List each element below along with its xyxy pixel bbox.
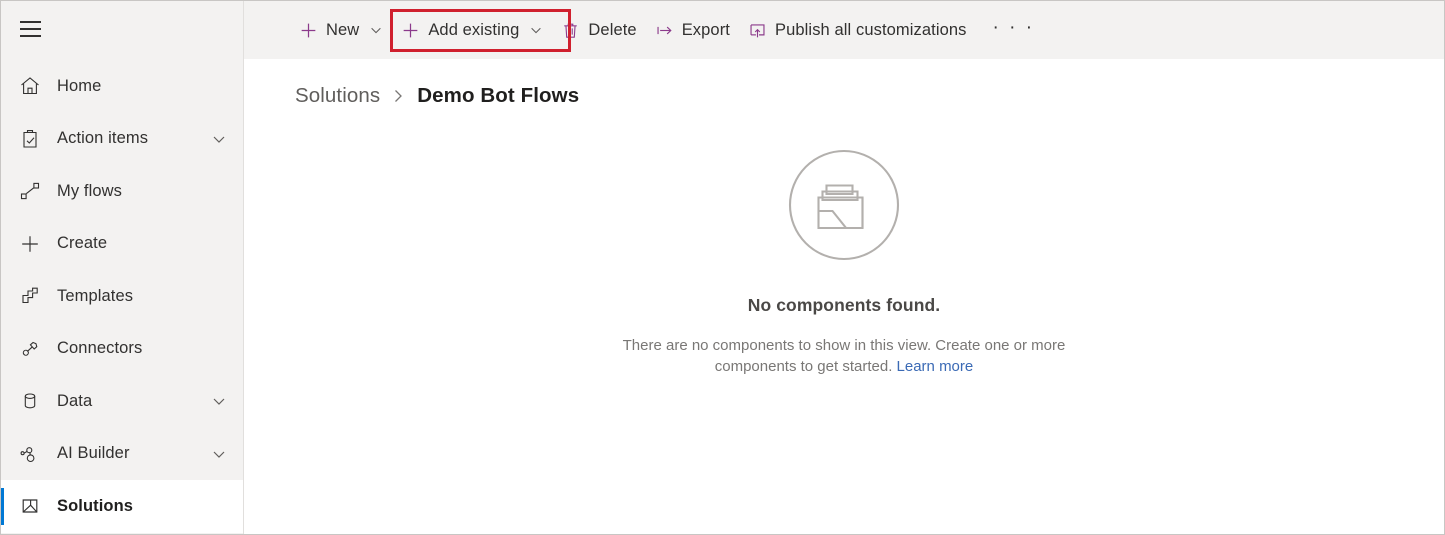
sidebar-item-label: Connectors	[57, 339, 143, 358]
sidebar-item-solutions[interactable]: Solutions	[1, 480, 243, 533]
add-existing-button-label: Add existing	[428, 20, 520, 39]
more-commands-button[interactable]: · · ·	[982, 9, 1046, 51]
export-icon	[655, 21, 674, 40]
sidebar-item-label: AI Builder	[57, 444, 130, 463]
delete-button-label: Delete	[588, 20, 637, 39]
sidebar-item-action-items[interactable]: Action items	[1, 113, 243, 166]
breadcrumb-separator-icon	[391, 87, 406, 105]
sidebar-item-data[interactable]: Data	[1, 375, 243, 428]
export-button[interactable]: Export	[646, 9, 739, 51]
add-existing-button[interactable]: Add existing	[392, 9, 552, 51]
chevron-down-icon[interactable]	[369, 23, 383, 37]
sidebar-item-label: Solutions	[57, 496, 134, 515]
breadcrumb-parent-link[interactable]: Solutions	[295, 84, 380, 108]
export-button-label: Export	[681, 20, 730, 39]
publish-all-customizations-button-label: Publish all customizations	[775, 20, 967, 39]
solutions-icon	[15, 491, 45, 521]
clipboard-check-icon	[15, 124, 45, 154]
plus-icon	[299, 21, 318, 40]
connectors-icon	[15, 334, 45, 364]
plus-icon	[15, 229, 45, 259]
hamburger-menu-icon[interactable]	[15, 14, 45, 44]
plus-icon	[401, 21, 420, 40]
power-automate-solution-page: Home Action items My flows Create Templa…	[0, 0, 1445, 535]
sidebar-item-my-flows[interactable]: My flows	[1, 165, 243, 218]
sidebar-item-create[interactable]: Create	[1, 218, 243, 271]
sidebar-item-label: My flows	[57, 181, 122, 200]
database-icon	[15, 386, 45, 416]
sidebar-item-label: Templates	[57, 286, 134, 305]
ai-builder-icon	[15, 439, 45, 469]
home-icon	[15, 71, 45, 101]
empty-state-description-text: There are no components to show in this …	[622, 337, 1066, 375]
sidebar-item-label: Data	[57, 391, 93, 410]
command-bar: New Add existing Delete Export Publish a…	[244, 1, 1444, 59]
main-content-area: New Add existing Delete Export Publish a…	[244, 1, 1444, 534]
chevron-down-icon[interactable]	[211, 393, 227, 409]
templates-icon	[15, 281, 45, 311]
sidebar-item-label: Create	[57, 234, 108, 253]
new-button[interactable]: New	[290, 9, 392, 51]
sidebar-item-templates[interactable]: Templates	[1, 270, 243, 323]
new-button-label: New	[326, 20, 360, 39]
hamburger-menu-container	[1, 1, 243, 57]
empty-state: No components found. There are no compon…	[244, 111, 1444, 534]
empty-folder-illustration	[788, 149, 900, 261]
sidebar-item-home[interactable]: Home	[1, 60, 243, 113]
publish-icon	[748, 21, 767, 40]
ellipsis-icon: · · ·	[992, 16, 1035, 38]
empty-state-title: No components found.	[747, 295, 941, 315]
learn-more-link[interactable]: Learn more	[897, 358, 974, 375]
publish-all-customizations-button[interactable]: Publish all customizations	[739, 9, 976, 51]
delete-button[interactable]: Delete	[552, 9, 645, 51]
chevron-down-icon[interactable]	[211, 446, 227, 462]
trash-icon	[561, 21, 580, 40]
sidebar-nav-list: Home Action items My flows Create Templa…	[1, 60, 243, 533]
sidebar-item-connectors[interactable]: Connectors	[1, 323, 243, 376]
sidebar-item-label: Home	[57, 76, 102, 95]
left-navigation-sidebar: Home Action items My flows Create Templa…	[1, 1, 244, 534]
sidebar-item-ai-builder[interactable]: AI Builder	[1, 428, 243, 481]
page-title: Demo Bot Flows	[417, 84, 580, 107]
chevron-down-icon[interactable]	[529, 23, 543, 37]
chevron-down-icon[interactable]	[211, 131, 227, 147]
breadcrumb: Solutions Demo Bot Flows	[244, 81, 1444, 111]
empty-state-description: There are no components to show in this …	[609, 335, 1079, 377]
sidebar-item-label: Action items	[57, 129, 149, 148]
flow-icon	[15, 176, 45, 206]
